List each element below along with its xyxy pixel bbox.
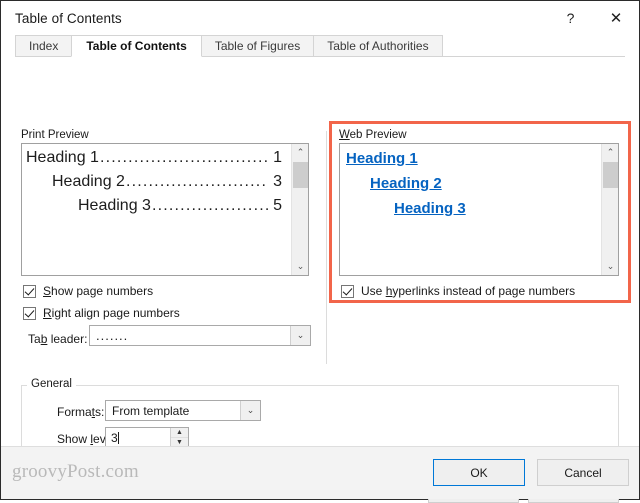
tab-leader-dropdown[interactable]: ....... ⌄ [89, 325, 311, 346]
scrollbar-thumb[interactable] [603, 162, 618, 188]
dot-leader: ...................... [151, 197, 269, 214]
toc-page-number: 5 [273, 197, 282, 214]
stepper-buttons[interactable]: ▲ ▼ [170, 428, 188, 447]
tab-table-of-authorities[interactable]: Table of Authorities [313, 35, 443, 57]
tab-strip: Index Table of Contents Table of Figures… [1, 35, 639, 57]
tab-index[interactable]: Index [15, 35, 73, 57]
list-item[interactable]: Heading 3 [394, 200, 594, 217]
checkbox-icon[interactable] [23, 306, 36, 320]
formats-dropdown[interactable]: From template ⌄ [105, 400, 261, 421]
help-icon[interactable]: ? [548, 1, 593, 35]
checkbox-label: Show page numbers [43, 284, 154, 298]
checkbox-use-hyperlinks[interactable]: Use hyperlinks instead of page numbers [341, 284, 575, 298]
checkbox-icon[interactable] [23, 284, 36, 298]
chevron-down-icon[interactable]: ⌄ [292, 258, 308, 275]
text-cursor [117, 431, 119, 444]
toc-entry-text: Heading 3 [78, 197, 151, 214]
tab-table-of-contents[interactable]: Table of Contents [71, 35, 202, 57]
column-divider [326, 131, 327, 364]
tab-table-of-figures[interactable]: Table of Figures [200, 35, 315, 57]
show-levels-stepper[interactable]: 3 ▲ ▼ [105, 427, 189, 448]
page-title: Table of Contents [15, 10, 122, 26]
chevron-up-icon[interactable]: ⌃ [602, 144, 618, 161]
show-levels-value: 3 [111, 430, 118, 445]
web-preview-scrollbar[interactable]: ⌃ ⌄ [601, 144, 618, 275]
web-preview-label: Web Preview [339, 129, 407, 141]
dialog-body: Print Preview Heading 1 ................… [1, 57, 639, 503]
chevron-down-icon[interactable]: ⌄ [290, 326, 310, 345]
chevron-up-icon[interactable]: ⌃ [292, 144, 308, 161]
scrollbar-thumb[interactable] [293, 162, 308, 188]
checkbox-label: Right align page numbers [43, 306, 180, 320]
checkbox-right-align-page-numbers[interactable]: Right align page numbers [23, 306, 180, 320]
checkbox-show-page-numbers[interactable]: Show page numbers [23, 284, 153, 298]
list-item[interactable]: Heading 2 [370, 175, 594, 192]
print-preview-content: Heading 1 ..............................… [22, 144, 290, 275]
dot-leader: ............................ [125, 173, 268, 190]
toc-page-number: 3 [273, 173, 282, 190]
close-icon[interactable]: ✕ [593, 1, 639, 35]
toc-entry-text: Heading 1 [26, 149, 99, 166]
window-controls: ? ✕ [548, 1, 639, 35]
list-item: Heading 2 ............................ 3 [52, 173, 282, 191]
list-item[interactable]: Heading 1 [346, 150, 594, 167]
dialog-footer: groovyPost.com OK Cancel [1, 446, 639, 499]
chevron-down-icon[interactable]: ⌄ [602, 258, 618, 275]
title-bar: Table of Contents ? ✕ [1, 1, 639, 35]
tab-leader-label: Tab leader: [28, 332, 88, 346]
print-preview-pane: Heading 1 ..............................… [21, 143, 309, 276]
toc-entry-text: Heading 2 [52, 173, 125, 190]
formats-label: Formats: [57, 405, 105, 419]
web-preview-label-rest: eb Preview [349, 129, 407, 141]
web-preview-content: Heading 1 Heading 2 Heading 3 [340, 144, 600, 275]
web-preview-pane: Heading 1 Heading 2 Heading 3 ⌃ ⌄ [339, 143, 619, 276]
watermark: groovyPost.com [12, 461, 139, 482]
dot-leader: .................................. [99, 149, 268, 166]
stepper-up-icon[interactable]: ▲ [171, 428, 188, 438]
show-levels-input[interactable]: 3 [106, 431, 170, 445]
checkbox-icon[interactable] [341, 284, 354, 298]
print-preview-label: Print Preview [21, 129, 89, 141]
checkbox-label: Use hyperlinks instead of page numbers [361, 284, 576, 298]
chevron-down-icon[interactable]: ⌄ [240, 401, 260, 420]
cancel-button[interactable]: Cancel [537, 459, 629, 486]
print-preview-scrollbar[interactable]: ⌃ ⌄ [291, 144, 308, 275]
table-of-contents-dialog: Table of Contents ? ✕ Index Table of Con… [0, 0, 640, 503]
formats-value: From template [112, 403, 190, 418]
list-item: Heading 1 ..............................… [26, 149, 282, 167]
ok-button[interactable]: OK [433, 459, 525, 486]
list-item: Heading 3 ...................... 5 [78, 197, 282, 215]
toc-page-number: 1 [273, 149, 282, 166]
general-group-legend: General [27, 378, 76, 390]
tab-leader-value: ....... [96, 328, 129, 343]
